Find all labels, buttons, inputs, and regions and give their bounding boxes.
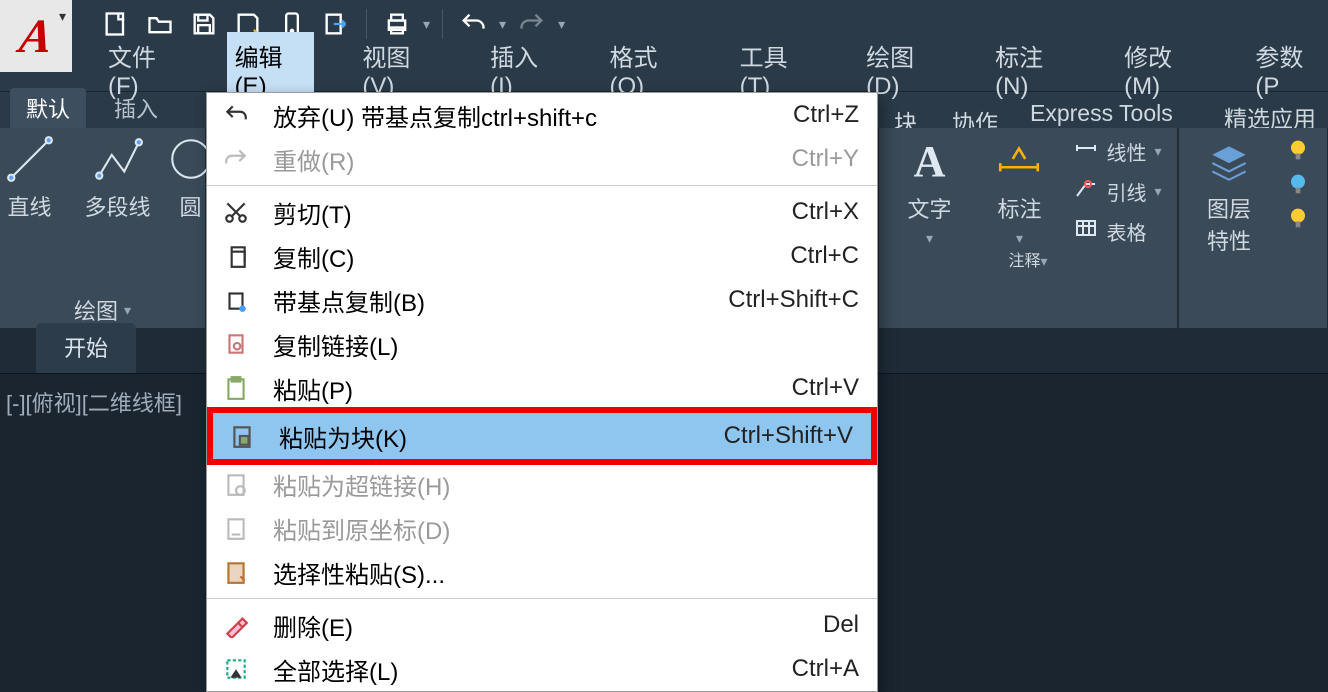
ribbon-tab-default[interactable]: 默认 [10,88,86,128]
tool-layer-properties[interactable]: 图层 特性 [1194,136,1264,256]
redo-dropdown-icon[interactable]: ▾ [558,16,565,33]
highlighted-menu-item-box: 粘贴为块(K) Ctrl+Shift+V [207,407,877,465]
cut-icon [221,199,251,225]
select-all-icon [221,656,251,682]
erase-icon [221,612,251,638]
menu-redo: 重做(R) Ctrl+Y [207,137,877,181]
menu-undo[interactable]: 放弃(U) 带基点复制ctrl+shift+c Ctrl+Z [207,93,877,137]
redo-icon [221,146,251,172]
menu-paste[interactable]: 粘贴(P) Ctrl+V [207,366,877,410]
panel-draw-label: 绘图 [74,294,118,326]
panel-draw: 直线 多段线 圆 绘图▾ [0,128,206,328]
app-logo[interactable]: A▾ [0,0,72,72]
copy-icon [221,243,251,269]
menu-copy[interactable]: 复制(C) Ctrl+C [207,234,877,278]
tool-dimension[interactable]: 标注▾ [984,136,1054,247]
menu-cut[interactable]: 剪切(T) Ctrl+X [207,190,877,234]
menu-delete[interactable]: 删除(E) Del [207,603,877,647]
menu-modify[interactable]: 修改(M) [1116,32,1207,107]
menu-paste-as-block[interactable]: 粘贴为块(K) Ctrl+Shift+V [213,413,871,459]
paste-block-icon [227,423,257,449]
menu-copy-link[interactable]: 复制链接(L) [207,322,877,366]
menu-bar: 文件(F) 编辑(E) 视图(V) 插入(I) 格式(O) 工具(T) 绘图(D… [0,48,1328,92]
paste-hyperlink-icon [221,471,251,497]
menu-parametric[interactable]: 参数(P [1247,32,1328,107]
panel-annotation: A 文字▾ 标注▾ 线性 ▾ 引线 ▾ 表格 注释▾ [878,128,1178,328]
viewport-label[interactable]: [-][俯视][二维线框] [6,386,182,418]
paste-special-icon [221,559,251,585]
menu-paste-special[interactable]: 选择性粘贴(S)... [207,550,877,594]
ribbon-right: A 文字▾ 标注▾ 线性 ▾ 引线 ▾ 表格 注释▾ 图层 特性 [878,128,1328,328]
tool-linear[interactable]: 线性 ▾ [1074,136,1161,166]
panel-layers: 图层 特性 [1178,128,1328,328]
undo-dropdown-icon[interactable]: ▾ [499,16,506,33]
menu-select-all[interactable]: 全部选择(L) Ctrl+A [207,647,877,691]
paste-icon [221,375,251,401]
tool-circle[interactable]: 圆 [171,134,211,222]
doc-tab-start[interactable]: 开始 [36,323,136,373]
tool-leader[interactable]: 引线 ▾ [1074,176,1161,206]
copy-base-icon [221,287,251,313]
save-icon[interactable] [186,6,222,42]
ribbon-tab-insert[interactable]: 插入 [98,88,174,128]
copy-link-icon [221,331,251,357]
tool-table[interactable]: 表格 [1074,216,1161,246]
panel-anno-label: 注释 [1008,253,1040,270]
paste-orig-icon [221,515,251,541]
edit-menu-dropdown: 放弃(U) 带基点复制ctrl+shift+c Ctrl+Z 重做(R) Ctr… [206,92,878,692]
menu-copy-base[interactable]: 带基点复制(B) Ctrl+Shift+C [207,278,877,322]
tool-line[interactable]: 直线 [0,134,65,222]
layer-lock-icon[interactable] [1284,204,1312,232]
menu-dimension[interactable]: 标注(N) [987,32,1076,107]
layer-freeze-icon[interactable] [1284,170,1312,198]
menu-paste-hyperlink: 粘贴为超链接(H) [207,462,877,506]
layer-bulb-icon[interactable] [1284,136,1312,164]
ribbon-tab-expresstools[interactable]: Express Tools [1030,100,1173,127]
export-icon[interactable] [318,6,354,42]
print-dropdown-icon[interactable]: ▾ [423,16,430,33]
tool-polyline[interactable]: 多段线 [83,134,153,222]
tool-text[interactable]: A 文字▾ [894,136,964,247]
menu-paste-original: 粘贴到原坐标(D) [207,506,877,550]
undo-icon [221,102,251,128]
